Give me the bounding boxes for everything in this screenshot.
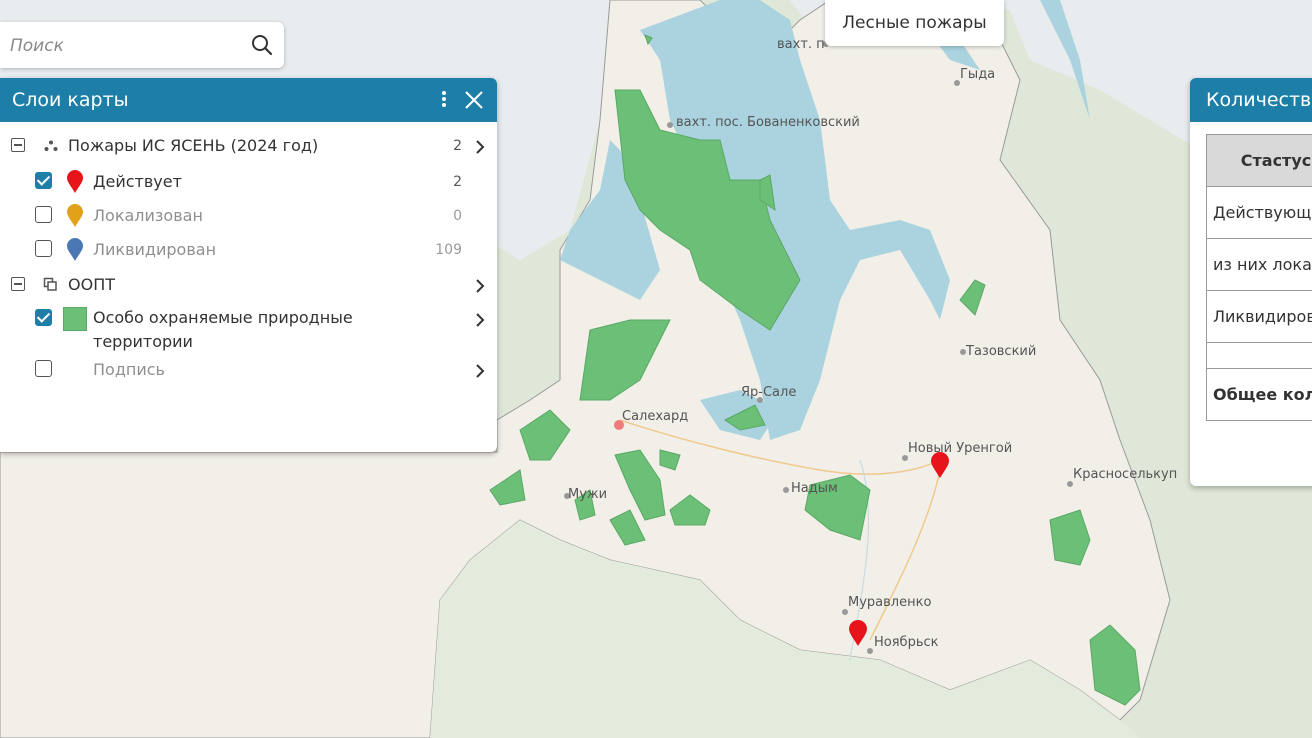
kebab-menu-icon[interactable] [439, 89, 449, 111]
layers-panel-title: Слои карты [12, 89, 129, 111]
table-cell: из них локал [1206, 238, 1312, 291]
chevron-right-icon[interactable] [474, 312, 486, 328]
layer-count: 2 [453, 138, 462, 154]
layer-item-localized[interactable]: Локализован 0 [0, 204, 497, 228]
label-gyda: Гыда [960, 67, 995, 82]
table-cell [1206, 342, 1312, 369]
points-icon [44, 140, 58, 151]
label-muravlenko: Муравленко [848, 595, 931, 610]
label-yar-sale: Яр-Сале [741, 385, 796, 400]
layer-item-signature[interactable]: Подпись [0, 358, 497, 382]
close-icon[interactable] [463, 89, 485, 111]
layer-item-label-line1: Особо охраняемые природные [93, 308, 353, 327]
layers-icon [43, 277, 57, 291]
search-box [0, 22, 284, 68]
layer-item-label: Локализован [93, 206, 203, 225]
table-cell: Действующи [1206, 186, 1312, 239]
checkbox-signature[interactable] [35, 360, 52, 377]
search-icon[interactable] [250, 33, 274, 57]
chevron-right-icon[interactable] [474, 139, 486, 155]
layer-count: 0 [453, 208, 462, 224]
checkbox-active[interactable] [35, 172, 52, 189]
count-panel-title: Количество [1190, 78, 1312, 122]
layer-group-label: ООПТ [68, 275, 115, 294]
collapse-icon[interactable] [11, 138, 25, 152]
checkbox-protected-areas[interactable] [35, 309, 52, 326]
layer-item-liquidated[interactable]: Ликвидирован 109 [0, 238, 497, 262]
chevron-right-icon[interactable] [474, 363, 486, 379]
label-novy-urengoy: Новый Уренгой [908, 441, 1012, 456]
collapse-icon[interactable] [11, 277, 25, 291]
marker-icon [67, 204, 83, 227]
table-cell: Общее коли [1206, 368, 1312, 421]
checkbox-liquidated[interactable] [35, 240, 52, 257]
search-input[interactable] [8, 30, 242, 62]
layer-item-active[interactable]: Действует 2 [0, 170, 497, 194]
layer-item-label: Подпись [93, 360, 165, 379]
table-cell: Ликвидирова [1206, 290, 1312, 343]
layers-panel: Слои карты Пожары ИС ЯСЕНЬ (2024 год) 2 … [0, 78, 497, 452]
checkbox-localized[interactable] [35, 206, 52, 223]
layer-item-protected-areas[interactable]: Особо охраняемые природные территории [0, 307, 497, 353]
label-muzhi: Мужи [568, 487, 607, 502]
label-krasnoselkup: Красноселькуп [1073, 467, 1177, 482]
layer-group-oopt[interactable]: ООПТ [0, 273, 497, 297]
layer-item-label: Действует [93, 172, 182, 191]
count-table: Стастус Действующи из них локал Ликвидир… [1206, 134, 1312, 421]
label-tazovsky: Тазовский [965, 344, 1036, 359]
layers-panel-header: Слои карты [0, 78, 497, 122]
layer-count: 2 [453, 174, 462, 190]
label-vakht: вахт. п [777, 37, 825, 52]
layer-item-label-line2: территории [93, 332, 193, 351]
count-panel: Количество Стастус Действующи из них лок… [1190, 78, 1312, 486]
label-salekhard: Салехард [622, 409, 688, 424]
map-title: Лесные пожары [825, 0, 1004, 46]
table-header: Стастус [1206, 134, 1312, 187]
layer-count: 109 [435, 242, 462, 258]
layer-item-label: Ликвидирован [93, 240, 217, 259]
label-nadym: Надым [791, 481, 838, 496]
chevron-right-icon[interactable] [474, 278, 486, 294]
layer-group-label: Пожары ИС ЯСЕНЬ (2024 год) [68, 136, 319, 155]
layer-group-fires[interactable]: Пожары ИС ЯСЕНЬ (2024 год) 2 [0, 134, 497, 158]
label-noyabrsk: Ноябрьск [874, 635, 939, 650]
marker-icon [67, 238, 83, 261]
marker-icon [67, 170, 83, 193]
label-bovanenkovsky: вахт. пос. Бованенковский [676, 115, 860, 130]
protected-area-swatch [63, 307, 87, 331]
